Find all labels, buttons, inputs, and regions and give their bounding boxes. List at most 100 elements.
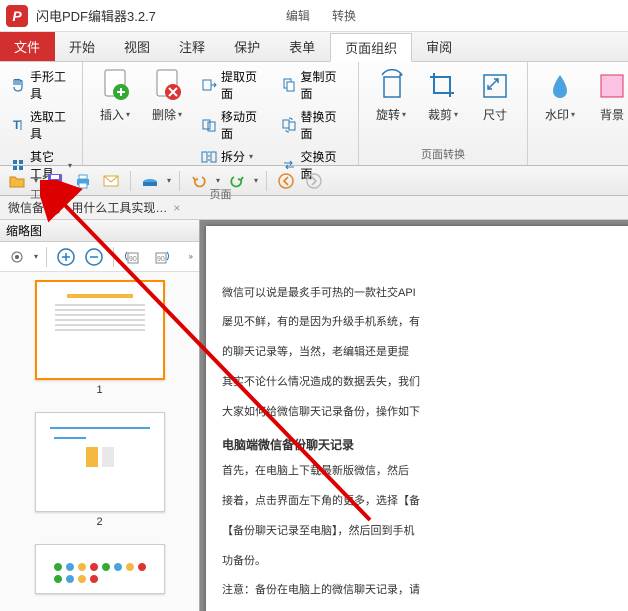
zoom-in-button[interactable] — [55, 246, 77, 268]
thumb-options-button[interactable] — [6, 246, 28, 268]
replace-page-button[interactable]: 替换页面 — [277, 106, 353, 144]
thumbnail-page-number: 2 — [8, 516, 191, 528]
chevron-down-icon[interactable]: ▾ — [34, 176, 38, 185]
rotate-cw-button[interactable]: 90 — [150, 246, 172, 268]
email-button[interactable] — [100, 170, 122, 192]
extract-page-button[interactable]: 提取页面 — [197, 66, 273, 104]
print-button[interactable] — [72, 170, 94, 192]
crop-icon — [425, 68, 461, 104]
document-tab[interactable]: 微信备份， 用什么工具实现… — [8, 199, 167, 216]
split-page-button[interactable]: 拆分▾ — [197, 146, 273, 167]
save-button[interactable] — [44, 170, 66, 192]
doc-paragraph: 接着，点击界面左下角的更多，选择【备 — [222, 492, 628, 512]
background-icon — [594, 68, 628, 104]
separator — [179, 171, 180, 191]
background-button[interactable]: 背景 — [586, 66, 628, 125]
hand-icon — [10, 77, 26, 93]
open-button[interactable] — [6, 170, 28, 192]
crop-button[interactable]: 裁剪▾ — [417, 66, 469, 125]
chevron-down-icon[interactable]: ▾ — [167, 176, 171, 185]
zoom-in-icon — [56, 247, 76, 267]
ribbon-tab-review[interactable]: 审阅 — [412, 32, 467, 61]
prev-view-button[interactable] — [275, 170, 297, 192]
chevron-right-icon[interactable]: » — [189, 252, 193, 261]
ribbon-tab-protect[interactable]: 保护 — [220, 32, 275, 61]
mode-tabs: 编辑 转换 — [276, 3, 366, 28]
thumbnail-panel-title: 缩略图 — [0, 220, 199, 242]
doc-paragraph: 的聊天记录等，当然，老编辑还是更提 — [222, 343, 628, 363]
copy-icon — [281, 77, 297, 93]
redo-button[interactable] — [226, 170, 248, 192]
ribbon-tab-forms[interactable]: 表单 — [275, 32, 330, 61]
thumbnail-list[interactable]: 1 2 — [0, 272, 199, 611]
insert-page-button[interactable]: 插入▾ — [89, 66, 141, 125]
doc-paragraph: 大家如何给微信聊天记录备份，操作如下 — [222, 403, 628, 423]
separator — [113, 247, 114, 267]
app-title: 闪电PDF编辑器3.2.7 — [36, 6, 156, 25]
hand-tool-button[interactable]: 手形工具 — [6, 66, 76, 104]
ribbon-group-transform: 旋转▾ 裁剪▾ 尺寸 页面转换 — [359, 62, 528, 165]
split-page-label: 拆分 — [221, 148, 245, 165]
thumbnail-page-3[interactable] — [35, 544, 165, 594]
thumbnail-page-2[interactable] — [35, 412, 165, 512]
chevron-down-icon[interactable]: ▾ — [216, 176, 220, 185]
arrow-right-icon — [305, 172, 323, 190]
redo-icon — [228, 172, 246, 190]
rotate-label: 旋转 — [376, 106, 400, 123]
text-cursor-icon: T — [10, 117, 26, 133]
printer-icon — [74, 172, 92, 190]
mode-tab-edit[interactable]: 编辑 — [276, 3, 320, 28]
ribbon-tab-annotate[interactable]: 注释 — [165, 32, 220, 61]
thumbnail-panel: 缩略图 ▾ 90 90 » 1 — [0, 220, 200, 611]
delete-page-button[interactable]: 删除▾ — [141, 66, 193, 125]
size-label: 尺寸 — [483, 106, 507, 123]
doc-subheading: 电脑端微信备份聊天记录 — [222, 435, 628, 457]
scanner-icon — [141, 172, 159, 190]
undo-button[interactable] — [188, 170, 210, 192]
workspace: 缩略图 ▾ 90 90 » 1 — [0, 220, 628, 611]
ribbon-group-transform-label: 页面转换 — [359, 144, 527, 165]
zoom-out-button[interactable] — [83, 246, 105, 268]
document-view[interactable]: 恢复微信聊天记 微信可以说是最炙手可热的一款社交API 屡见不鲜，有的是因为升级… — [200, 220, 628, 611]
insert-page-label: 插入 — [100, 106, 124, 123]
chevron-down-icon: ▾ — [126, 110, 130, 119]
doc-paragraph: 其实不论什么情况造成的数据丢失，我们 — [222, 373, 628, 393]
next-view-button[interactable] — [303, 170, 325, 192]
select-tool-button[interactable]: T 选取工具 — [6, 106, 76, 144]
ribbon-tab-page-organize[interactable]: 页面组织 — [330, 33, 412, 62]
ribbon-tab-start[interactable]: 开始 — [55, 32, 110, 61]
rotate-ccw-button[interactable]: 90 — [122, 246, 144, 268]
chevron-down-icon: ▾ — [178, 110, 182, 119]
app-logo: P — [6, 5, 28, 27]
thumbnail-page-1[interactable] — [35, 280, 165, 380]
thumbnail-item[interactable] — [8, 544, 191, 594]
doc-paragraph: 【备份聊天记录至电脑】，然后回到手机 — [222, 522, 628, 542]
title-bar: P 闪电PDF编辑器3.2.7 编辑 转换 — [0, 0, 628, 32]
ribbon-group-design: 水印▾ 背景 — [528, 62, 628, 165]
chevron-down-icon[interactable]: ▾ — [254, 176, 258, 185]
chevron-down-icon[interactable]: ▾ — [34, 252, 38, 261]
chevron-down-icon: ▾ — [454, 110, 458, 119]
move-icon — [201, 117, 217, 133]
close-tab-button[interactable]: × — [173, 201, 180, 215]
ribbon-tab-file[interactable]: 文件 — [0, 32, 55, 61]
watermark-button[interactable]: 水印▾ — [534, 66, 586, 125]
thumbnail-item[interactable]: 2 — [8, 412, 191, 528]
size-button[interactable]: 尺寸 — [469, 66, 521, 125]
ribbon-group-page: 插入▾ 删除▾ 提取页面 移动页面 拆分▾ — [83, 62, 359, 165]
move-page-button[interactable]: 移动页面 — [197, 106, 273, 144]
scan-button[interactable] — [139, 170, 161, 192]
mode-tab-convert[interactable]: 转换 — [322, 3, 366, 28]
doc-paragraph: 屡见不鲜，有的是因为升级手机系统，有 — [222, 313, 628, 333]
ribbon-tab-view[interactable]: 视图 — [110, 32, 165, 61]
thumbnail-item[interactable]: 1 — [8, 280, 191, 396]
chevron-down-icon: ▾ — [571, 110, 575, 119]
doc-paragraph: 微信可以说是最炙手可热的一款社交API — [222, 284, 628, 304]
watermark-label: 水印 — [545, 106, 569, 123]
chevron-down-icon: ▾ — [402, 110, 406, 119]
hand-tool-label: 手形工具 — [30, 68, 72, 102]
rotate-button[interactable]: 旋转▾ — [365, 66, 417, 125]
delete-page-icon — [149, 68, 185, 104]
background-label: 背景 — [600, 106, 624, 123]
copy-page-button[interactable]: 复制页面 — [277, 66, 353, 104]
